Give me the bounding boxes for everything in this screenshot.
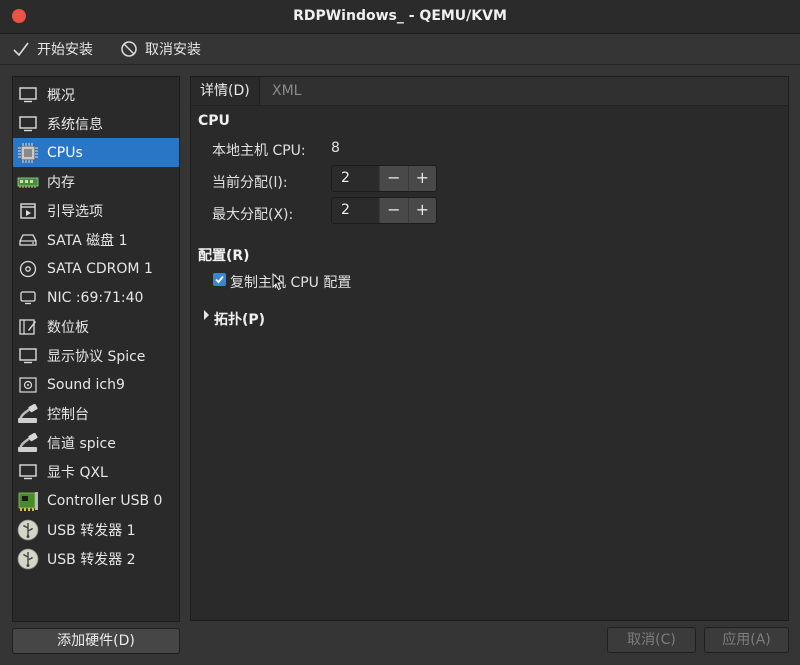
sidebar-item-label: 引导选项 [47,203,103,220]
toolbar: 开始安装 取消安装 [0,34,800,65]
tablet-icon [17,316,39,338]
sidebar-item-label: 系统信息 [47,116,103,133]
sidebar-item-sata-disk[interactable]: SATA 磁盘 1 [13,225,179,254]
sidebar-item-display-spice[interactable]: 显示协议 Spice [13,341,179,370]
max-alloc-increment-button[interactable]: + [407,198,436,223]
sidebar-item-label: Controller USB 0 [47,492,163,509]
sidebar-item-sata-cdrom[interactable]: SATA CDROM 1 [13,254,179,283]
details-panel: 详情(D) XML CPU 本地主机 CPU: 8 当前分配(l): 2 − +… [190,76,789,621]
current-alloc-increment-button[interactable]: + [407,166,436,191]
sidebar-item-label: 概况 [47,87,75,104]
usb-controller-icon [17,490,39,512]
sidebar-item-tablet[interactable]: 数位板 [13,312,179,341]
sidebar-item-label: 显示协议 Spice [47,348,146,365]
begin-install-label: 开始安装 [37,42,93,58]
begin-install-button[interactable]: 开始安装 [12,38,93,60]
add-hardware-button[interactable]: 添加硬件(D) [12,628,180,654]
disk-drive-icon [17,229,39,251]
sidebar-item-label: CPUs [47,144,83,161]
sidebar-item-label: USB 转发器 1 [47,522,136,539]
cpu-section-title: CPU [198,113,230,129]
sidebar-item-memory[interactable]: 内存 [13,167,179,196]
sidebar-item-overview[interactable]: 概况 [13,80,179,109]
sidebar-item-label: 数位板 [47,319,89,336]
sound-icon [17,374,39,396]
tab-xml[interactable]: XML [263,77,310,105]
tab-details[interactable]: 详情(D) [191,77,260,105]
sidebar-item-video-qxl[interactable]: 显卡 QXL [13,457,179,486]
current-alloc-decrement-button[interactable]: − [379,166,408,191]
sidebar-item-boot-options[interactable]: 引导选项 [13,196,179,225]
sidebar-item-label: SATA 磁盘 1 [47,232,128,249]
memory-ram-icon [17,171,39,193]
cdrom-icon [17,258,39,280]
host-cpu-label: 本地主机 CPU: [212,143,306,159]
tab-bar: 详情(D) XML [191,77,788,106]
host-cpu-value: 8 [331,140,340,156]
sidebar-item-label: 信道 spice [47,435,116,452]
max-alloc-decrement-button[interactable]: − [379,198,408,223]
boot-options-icon [17,200,39,222]
cancel-button[interactable]: 取消(C) [607,627,696,653]
display-icon [17,345,39,367]
sidebar-item-label: 显卡 QXL [47,464,108,481]
sidebar-item-label: 内存 [47,174,75,191]
sidebar-item-label: 控制台 [47,406,89,423]
sidebar-item-console[interactable]: 控制台 [13,399,179,428]
cancel-install-button[interactable]: 取消安装 [120,38,201,60]
video-card-icon [17,461,39,483]
sidebar-item-system-info[interactable]: 系统信息 [13,109,179,138]
sidebar-item-label: NIC :69:71:40 [47,289,144,306]
copy-host-cpu-label[interactable]: 复制主机 CPU 配置 [230,272,351,292]
mouse-cursor-icon [272,272,284,295]
max-alloc-label: 最大分配(X): [212,207,294,223]
title-bar: RDPWindows_ - QEMU/KVM [0,0,800,34]
info-monitor-icon [17,113,39,135]
hardware-list: 概况 系统信息 CPUs 内存 引导选项 SATA 磁盘 1 SATA CDRO… [12,76,180,622]
current-alloc-label: 当前分配(l): [212,175,288,191]
cancel-install-label: 取消安装 [145,42,201,58]
topology-expander[interactable]: 拓扑(P) [214,309,265,329]
sidebar-item-label: USB 转发器 2 [47,551,136,568]
monitor-icon [17,84,39,106]
window-title: RDPWindows_ - QEMU/KVM [293,8,507,24]
current-alloc-spinner: 2 − + [331,165,437,192]
channel-icon [17,432,39,454]
topology-expander-icon[interactable] [203,309,211,325]
copy-host-cpu-checkbox[interactable] [213,273,226,286]
max-alloc-input[interactable]: 2 [332,198,380,223]
checkmark-icon [215,275,224,284]
sidebar-item-channel-spice[interactable]: 信道 spice [13,428,179,457]
sidebar-item-cpus[interactable]: CPUs [13,138,179,167]
max-alloc-spinner: 2 − + [331,197,437,224]
sidebar-item-sound[interactable]: Sound ich9 [13,370,179,399]
sidebar-item-label: Sound ich9 [47,376,125,393]
checkmark-icon [13,42,29,57]
sidebar-item-usb-redirector-1[interactable]: USB 转发器 1 [13,515,179,544]
cpu-chip-icon [17,142,39,164]
config-section-title: 配置(R) [198,248,250,264]
serial-console-icon [17,403,39,425]
apply-button[interactable]: 应用(A) [704,627,789,653]
sidebar-item-usb-redirector-2[interactable]: USB 转发器 2 [13,544,179,573]
sidebar-item-label: SATA CDROM 1 [47,260,153,277]
sidebar-item-nic[interactable]: NIC :69:71:40 [13,283,179,312]
network-nic-icon [17,287,39,309]
current-alloc-input[interactable]: 2 [332,166,380,191]
usb-redirector-icon [17,519,39,541]
cancel-circle-icon [121,41,137,57]
usb-redirector-icon [17,548,39,570]
sidebar-item-controller-usb[interactable]: Controller USB 0 [13,486,179,515]
